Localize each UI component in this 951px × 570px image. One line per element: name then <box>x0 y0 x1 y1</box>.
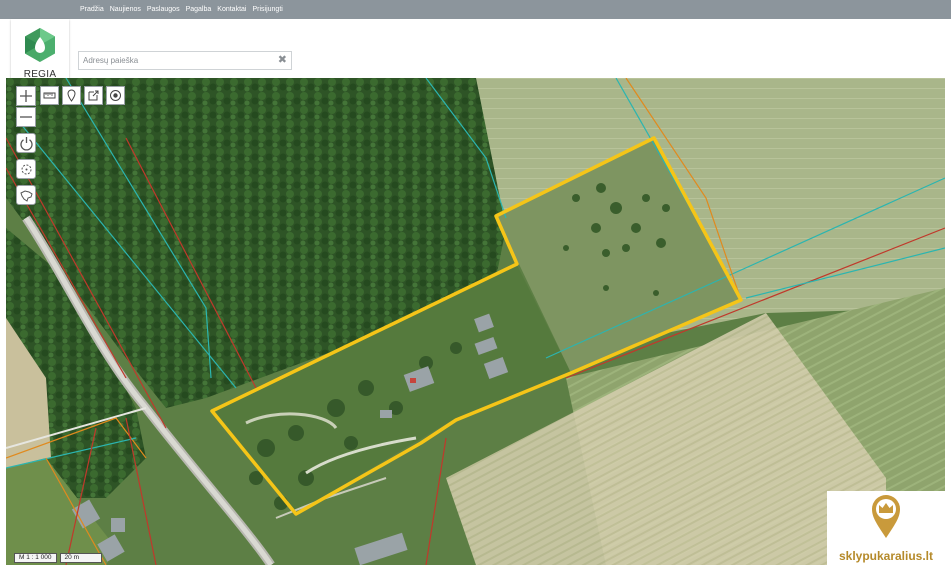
scale-bar: 20 m <box>59 553 102 563</box>
watermark: sklypukaralius.lt <box>827 491 945 565</box>
minus-icon <box>20 116 32 118</box>
logo[interactable]: REGIA <box>11 19 69 86</box>
zoom-in-button[interactable] <box>16 86 36 106</box>
ruler-icon <box>43 92 56 99</box>
reset-view-button[interactable] <box>16 133 36 153</box>
header: REGIA ✖ <box>0 19 951 86</box>
zoom-out-button[interactable] <box>16 107 36 127</box>
target-icon <box>110 90 121 101</box>
map-pin-icon <box>67 89 76 102</box>
measure-button[interactable] <box>40 86 59 105</box>
close-icon[interactable]: ✖ <box>278 54 287 67</box>
address-search[interactable]: ✖ <box>78 51 292 70</box>
nav-item-pradzia[interactable]: Pradžia <box>80 6 104 13</box>
full-extent-button[interactable] <box>16 185 36 205</box>
map-scale: M 1 : 1 000 20 m <box>14 553 102 563</box>
power-icon <box>19 136 33 150</box>
map-view[interactable]: M 1 : 1 000 20 m sklypukaralius.lt <box>6 78 945 565</box>
nav-item-pagalba[interactable]: Pagalba <box>186 6 212 13</box>
top-nav-bar: Pradžia Naujienos Paslaugos Pagalba Kont… <box>0 0 951 19</box>
external-link-icon <box>88 90 99 101</box>
page-margin-right <box>945 78 951 565</box>
page-margin-bottom <box>0 565 951 570</box>
plus-icon <box>20 90 32 102</box>
nav-item-naujienos[interactable]: Naujienos <box>110 6 141 13</box>
pin-button[interactable] <box>62 86 81 105</box>
lithuania-map-icon <box>19 189 33 202</box>
nav-item-paslaugos[interactable]: Paslaugos <box>147 6 180 13</box>
watermark-text: sklypukaralius.lt <box>838 549 934 563</box>
nav-item-prisijungti[interactable]: Prisijungti <box>252 6 282 13</box>
scale-ratio: M 1 : 1 000 <box>14 553 57 563</box>
regia-logo-icon <box>25 28 55 62</box>
crosshair-icon <box>21 164 31 174</box>
search-input[interactable] <box>83 54 273 67</box>
orthophoto <box>6 78 945 565</box>
crown-pin-icon <box>872 495 900 538</box>
location-button[interactable] <box>106 86 125 105</box>
main-nav: Pradžia Naujienos Paslaugos Pagalba Kont… <box>80 0 283 19</box>
nav-item-kontaktai[interactable]: Kontaktai <box>217 6 246 13</box>
share-button[interactable] <box>84 86 103 105</box>
gps-button[interactable] <box>16 159 36 179</box>
